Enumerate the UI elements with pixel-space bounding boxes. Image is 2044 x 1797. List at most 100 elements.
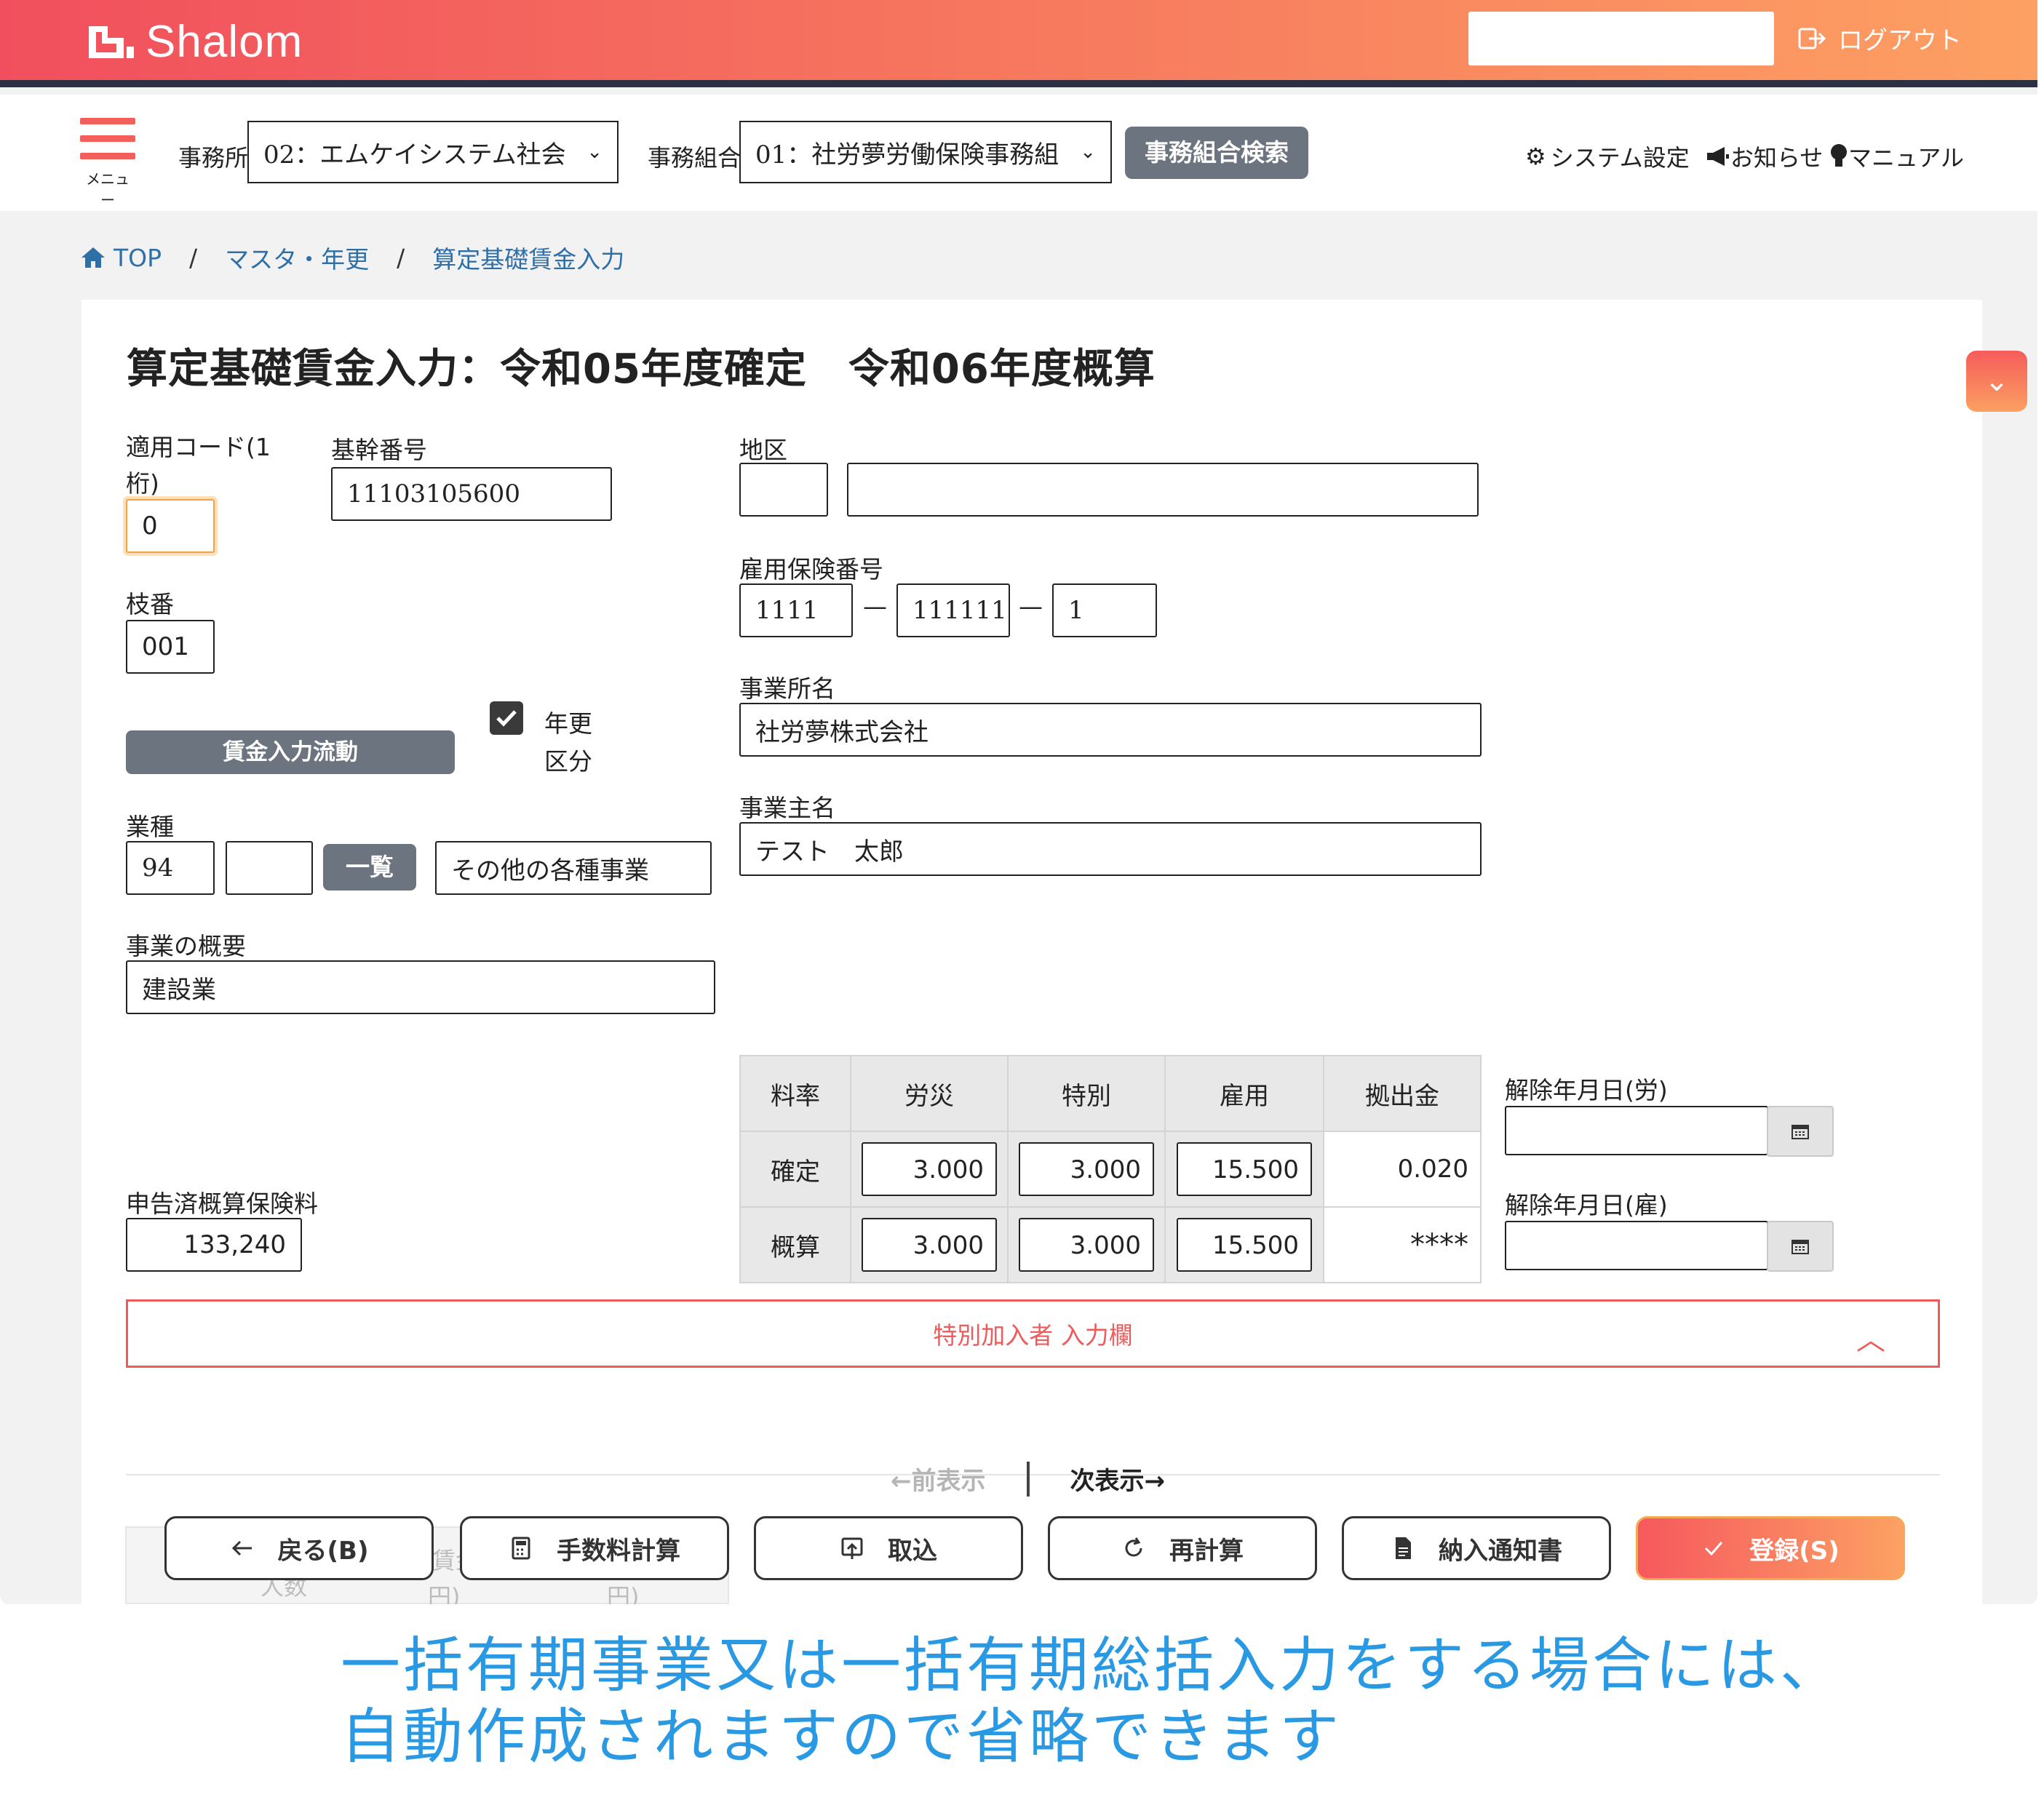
refresh-icon <box>1125 1537 1142 1557</box>
owner-label: 事業主名 <box>739 794 835 822</box>
branch-input[interactable]: 001 <box>126 620 215 674</box>
office-select[interactable]: 02：エムケイシステム社会 ⌄ <box>247 121 619 183</box>
rate-input[interactable]: 3.000 <box>1019 1218 1154 1272</box>
scroll-down-button[interactable]: ⌄ <box>1966 351 2027 412</box>
declared-input[interactable]: 133,240 <box>126 1218 302 1272</box>
cancel-emp-input[interactable] <box>1505 1221 1768 1270</box>
cancel-labor-input[interactable] <box>1505 1106 1768 1155</box>
office-name-input[interactable]: 社労夢株式会社 <box>739 703 1482 757</box>
table-cell: 3.000 <box>850 1131 1009 1208</box>
calendar-button[interactable] <box>1767 1221 1834 1272</box>
logout-button[interactable]: ログアウト <box>1797 20 1962 56</box>
manual-link[interactable]: マニュアル <box>1829 140 1964 173</box>
industry-label: 業種 <box>126 813 174 841</box>
system-settings-label: システム設定 <box>1550 144 1690 172</box>
breadcrumb-master[interactable]: マスタ・年更 <box>225 240 369 275</box>
payment-notice-button[interactable]: 納入通知書 <box>1342 1516 1611 1580</box>
nenkou-checkbox[interactable] <box>490 701 523 735</box>
breadcrumb-current[interactable]: 算定基礎賃金入力 <box>432 240 624 275</box>
logo-icon <box>89 25 134 58</box>
header-search-input[interactable] <box>1468 12 1774 65</box>
lightbulb-icon <box>1831 144 1847 167</box>
industry-code-input[interactable]: 94 <box>126 841 215 895</box>
cancel-emp-label: 解除年月日(雇) <box>1505 1191 1668 1219</box>
district-label: 地区 <box>739 436 787 464</box>
breadcrumb: TOP / マスタ・年更 / 算定基礎賃金入力 <box>80 240 624 275</box>
table-cell: 15.500 <box>1164 1131 1324 1208</box>
table-cell: 3.000 <box>1007 1131 1166 1208</box>
logout-label: ログアウト <box>1838 26 1962 55</box>
gear-icon: ⚙ <box>1525 143 1546 170</box>
chevron-down-icon: ⌄ <box>1080 141 1096 163</box>
apply-code-input[interactable]: 0 <box>126 499 215 553</box>
home-icon <box>81 247 105 268</box>
owner-input[interactable]: テスト 太郎 <box>739 822 1482 876</box>
office-label: 事務所 <box>178 144 249 172</box>
fee-calc-button[interactable]: 手数料計算 <box>460 1516 729 1580</box>
calendar-icon <box>1792 1240 1809 1254</box>
union-search-button[interactable]: 事務組合検索 <box>1125 127 1308 179</box>
calculator-icon <box>512 1537 530 1560</box>
recalc-button[interactable]: 再計算 <box>1048 1516 1317 1580</box>
nenkou-label-2: 区分 <box>544 747 592 776</box>
app-window: Shalom ログアウト メニュー 事務所 02：エムケイシステム社会 ⌄ 事務… <box>0 0 2037 1604</box>
system-settings-link[interactable]: ⚙ システム設定 <box>1525 140 1690 173</box>
back-label: 戻る(B) <box>277 1536 369 1566</box>
hamburger-icon-bar <box>80 153 135 159</box>
table-row: 概算 3.000 3.000 15.500 **** <box>739 1206 1482 1283</box>
import-label: 取込 <box>888 1536 937 1566</box>
register-label: 登録(S) <box>1749 1536 1840 1566</box>
upload-icon <box>841 1537 863 1559</box>
recalc-label: 再計算 <box>1169 1536 1244 1566</box>
column-header: 雇用 <box>1164 1055 1324 1132</box>
wage-flow-button[interactable]: 賃金入力流動 <box>126 730 455 774</box>
shalom-logo[interactable]: Shalom <box>86 16 303 68</box>
register-button[interactable]: 登録(S) <box>1636 1516 1905 1580</box>
logo-text: Shalom <box>146 17 303 67</box>
branch-label: 枝番 <box>126 590 174 618</box>
industry-sub-input[interactable] <box>226 841 313 895</box>
industry-list-button[interactable]: 一覧 <box>323 844 416 890</box>
district-name-input[interactable] <box>847 463 1479 517</box>
employment-number-1[interactable]: 1111 <box>739 583 853 637</box>
business-label: 事業の概要 <box>126 932 246 960</box>
table-row: 確定 3.000 3.000 15.500 0.020 <box>739 1131 1482 1208</box>
calendar-icon <box>1792 1125 1809 1139</box>
calendar-button[interactable] <box>1767 1106 1834 1157</box>
union-value: 01：社労夢労働保険事務組 <box>755 140 1059 170</box>
rates-table: 料率 労災 特別 雇用 拠出金 確定 3.000 3.000 15.500 0.… <box>739 1055 1482 1283</box>
nenkou-label: 年更 <box>544 709 592 738</box>
hamburger-icon <box>80 118 135 124</box>
column-header: 労災 <box>850 1055 1009 1132</box>
rate-input[interactable]: 3.000 <box>862 1218 997 1272</box>
table-cell: 3.000 <box>1007 1206 1166 1283</box>
industry-name-field[interactable]: その他の各種事業 <box>435 841 712 895</box>
rate-input[interactable]: 3.000 <box>1019 1142 1154 1196</box>
prev-page-link[interactable]: ←前表示 <box>891 1461 986 1497</box>
document-icon <box>1396 1537 1411 1559</box>
rate-input[interactable]: 3.000 <box>862 1142 997 1196</box>
top-bar: Shalom ログアウト <box>0 0 2037 87</box>
business-input[interactable]: 建設業 <box>126 960 715 1014</box>
rate-input[interactable]: 15.500 <box>1177 1218 1312 1272</box>
menu-button[interactable]: メニュー <box>80 118 135 209</box>
rate-input[interactable]: 15.500 <box>1177 1142 1312 1196</box>
contribution-value: **** <box>1323 1206 1482 1283</box>
employment-number-label: 雇用保険番号 <box>739 555 883 583</box>
office-value: 02：エムケイシステム社会 <box>263 140 566 170</box>
back-button[interactable]: 戻る(B) <box>164 1516 434 1580</box>
notice-link[interactable]: お知らせ <box>1706 140 1823 173</box>
district-code-input[interactable] <box>739 463 828 517</box>
next-page-link[interactable]: 次表示→ <box>1070 1461 1166 1497</box>
base-number-input[interactable]: 11103105600 <box>331 467 612 521</box>
special-member-section-toggle[interactable]: 特別加入者 入力欄 ︿ <box>126 1299 1940 1368</box>
union-select[interactable]: 01：社労夢労働保険事務組 ⌄ <box>739 121 1112 183</box>
employment-number-3[interactable]: 1 <box>1052 583 1157 637</box>
apply-code-label: 適用コード(1 <box>126 433 271 461</box>
special-section-label: 特別加入者 入力欄 <box>933 1321 1133 1350</box>
payment-notice-label: 納入通知書 <box>1439 1536 1562 1566</box>
fee-calc-label: 手数料計算 <box>557 1536 680 1566</box>
employment-number-2[interactable]: 111111 <box>896 583 1010 637</box>
breadcrumb-top[interactable]: TOP <box>114 244 162 272</box>
import-button[interactable]: 取込 <box>754 1516 1023 1580</box>
